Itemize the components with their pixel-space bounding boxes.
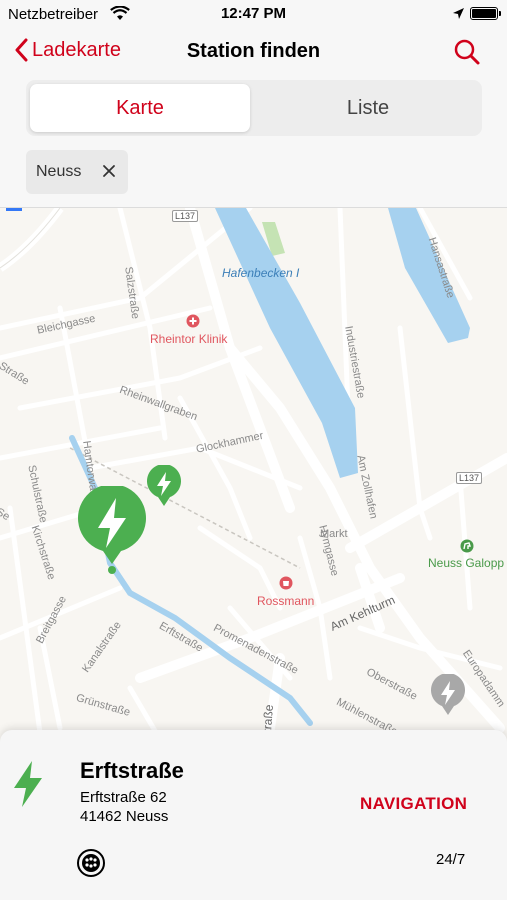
location-arrow-icon	[452, 7, 465, 25]
clock: 12:47 PM	[220, 5, 287, 22]
filter-chip[interactable]: Neuss	[26, 150, 128, 194]
poi-label: Neuss Galopp	[428, 556, 505, 570]
station-street: Erftstraße 62	[80, 789, 167, 806]
station-name: Erftstraße	[80, 758, 184, 783]
charging-pin-icon	[147, 464, 181, 506]
opening-hours: 24/7	[436, 851, 466, 868]
close-icon[interactable]	[102, 164, 116, 183]
battery-icon	[470, 7, 501, 20]
selected-charging-station-pin[interactable]	[76, 484, 148, 581]
map-label: traße	[260, 704, 276, 733]
station-city: 41462 Neuss	[80, 808, 169, 825]
filter-chip-label: Neuss	[36, 163, 82, 180]
tab-list[interactable]: Liste	[258, 84, 478, 132]
map-label: Hafenbecken I	[222, 266, 300, 280]
road-shield: L137	[456, 472, 483, 484]
station-detail-sheet[interactable]: Erftstraße Erftstraße 62 41462 Neuss NAV…	[0, 730, 507, 900]
navigation-bar: Ladekarte Station finden	[0, 28, 507, 76]
tab-map[interactable]: Karte	[30, 84, 250, 132]
view-controls: Karte Liste Neuss	[0, 76, 507, 208]
map-view[interactable]: L137 L137 Hafenbecken I Hansastraße Salz…	[0, 208, 507, 808]
search-button[interactable]	[453, 38, 481, 71]
horse-icon	[460, 539, 474, 556]
road-shield: L137	[172, 210, 199, 222]
status-bar: Netzbetreiber 12:47 PM	[0, 0, 507, 28]
charging-station-pin[interactable]	[146, 464, 182, 512]
poi-label: Rheintor Klinik	[150, 332, 228, 346]
view-segmented-control: Karte Liste	[26, 80, 482, 136]
unavailable-station-pin[interactable]	[430, 673, 466, 721]
page-title: Station finden	[186, 40, 321, 62]
bolt-icon	[12, 760, 44, 813]
hospital-icon	[186, 314, 200, 331]
charging-pin-icon	[431, 673, 465, 715]
shop-icon	[279, 576, 293, 593]
charging-pin-icon	[78, 484, 146, 574]
poi-label: Rossmann	[257, 594, 315, 608]
search-icon	[454, 39, 480, 65]
plug-type-icon	[76, 848, 106, 883]
navigation-button[interactable]: NAVIGATION	[360, 794, 467, 814]
